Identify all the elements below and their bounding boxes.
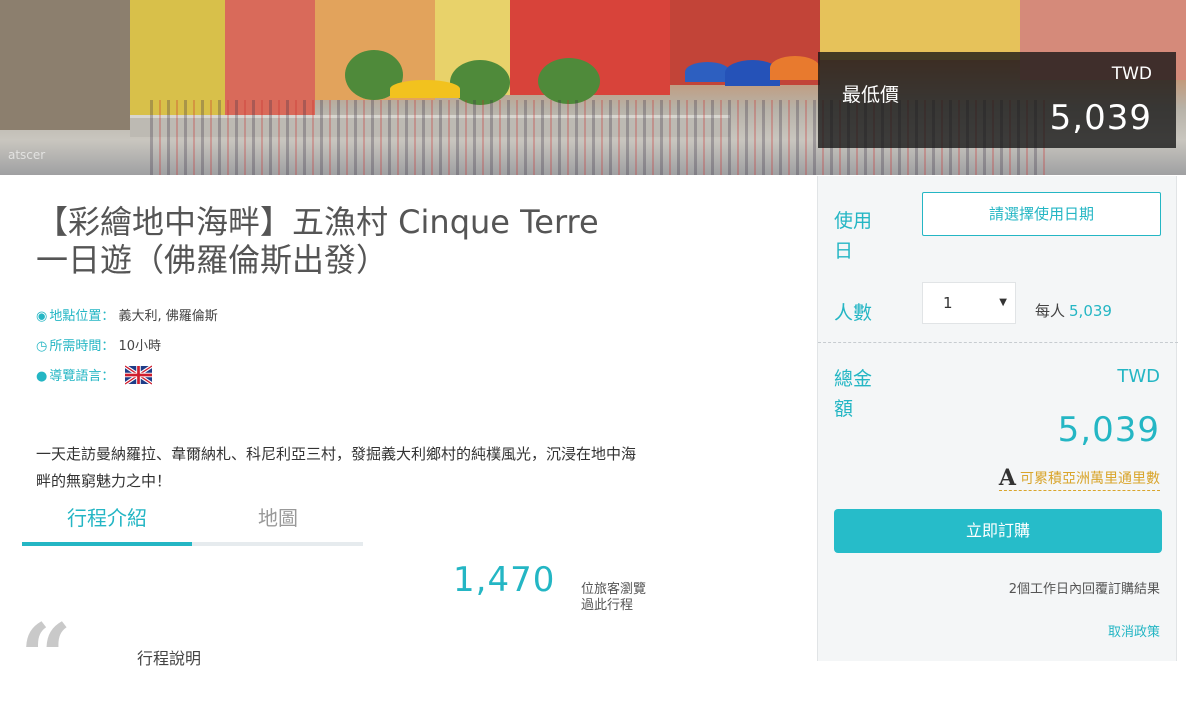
- lowest-price-label: 最低價: [842, 84, 900, 106]
- speech-bubble-icon: ●: [36, 369, 48, 384]
- duration-value: 10小時: [118, 339, 162, 354]
- clock-icon: ◷: [36, 339, 48, 354]
- total-label-line2: 額: [834, 398, 854, 420]
- location-row: ◉ 地點位置： 義大利, 佛羅倫斯: [36, 305, 218, 324]
- chevron-down-icon: ▼: [999, 297, 1007, 308]
- date-label: 使用 日: [834, 206, 872, 266]
- quantity-select[interactable]: 1 ▼: [922, 282, 1016, 324]
- hero-umbrella: [390, 80, 460, 98]
- cancel-policy-link[interactable]: 取消政策: [1108, 621, 1160, 640]
- total-label: 總金 額: [834, 364, 872, 424]
- product-description: 一天走訪曼納羅拉、韋爾納札、科尼利亞三村，發掘義大利鄉村的純樸風光，沉浸在地中海…: [36, 441, 686, 495]
- per-person-label: 每人: [1035, 302, 1066, 320]
- date-label-line2: 日: [834, 240, 854, 262]
- buy-now-button[interactable]: 立即訂購: [834, 509, 1162, 553]
- per-person-value: 5,039: [1069, 302, 1112, 320]
- booking-panel: 使用 日 請選擇使用日期 人數 1 ▼ 每人 5,039 總金 額 TWD 5,0…: [817, 176, 1178, 661]
- language-label: 導覽語言：: [49, 369, 115, 384]
- total-label-line1: 總金: [834, 368, 873, 390]
- total-amount: 5,039: [1057, 410, 1160, 450]
- itinerary-section-label: 行程說明: [137, 649, 202, 668]
- duration-label: 所需時間：: [49, 339, 115, 354]
- map-pin-icon: ◉: [36, 309, 48, 324]
- language-row: ● 導覽語言：: [36, 364, 152, 387]
- lowest-price-box: 最低價 TWD 5,039: [818, 52, 1176, 148]
- hero-umbrella: [770, 56, 820, 80]
- asia-miles-logo-icon: A: [998, 465, 1016, 491]
- lowest-price-amount: 5,039: [1049, 98, 1152, 138]
- view-count-label-line1: 位旅客瀏覽: [581, 582, 647, 597]
- content-tabs: 行程介紹 地圖: [22, 500, 363, 546]
- view-count: 1,470: [453, 560, 556, 600]
- hero-umbrella: [685, 62, 730, 82]
- hero-building: [225, 0, 315, 115]
- uk-flag-icon: [124, 364, 152, 385]
- product-title-line2: 一日遊（佛羅倫斯出發）: [36, 241, 389, 279]
- hero-building: [820, 0, 1020, 60]
- people-label: 人數: [834, 302, 873, 324]
- photo-watermark: atscer: [8, 148, 46, 162]
- duration-row: ◷ 所需時間： 10小時: [36, 335, 161, 354]
- quantity-value: 1: [943, 294, 953, 312]
- hero-tree: [538, 58, 600, 104]
- hero-building: [0, 0, 130, 130]
- total-currency: TWD: [1117, 366, 1160, 387]
- quote-icon: “: [20, 604, 72, 710]
- hero-tree: [450, 60, 510, 105]
- tab-itinerary[interactable]: 行程介紹: [22, 500, 192, 546]
- location-value: 義大利, 佛羅倫斯: [118, 309, 218, 324]
- asia-miles-link[interactable]: A 可累積亞洲萬里通里數: [998, 463, 1160, 491]
- per-person-price: 每人 5,039: [1035, 300, 1112, 321]
- view-count-label: 位旅客瀏覽 過此行程: [581, 582, 646, 614]
- description-line1: 一天走訪曼納羅拉、韋爾納札、科尼利亞三村，發掘義大利鄉村的純樸風光，沉浸在地中海: [36, 445, 637, 463]
- date-label-line1: 使用: [834, 210, 873, 232]
- tab-map[interactable]: 地圖: [193, 500, 363, 546]
- hero-photo: atscer 最低價 TWD 5,039: [0, 0, 1186, 175]
- asia-miles-text: 可累積亞洲萬里通里數: [1020, 471, 1160, 487]
- divider: [818, 342, 1178, 343]
- view-count-label-line2: 過此行程: [581, 598, 634, 613]
- product-title-line1: 【彩繪地中海畔】五漁村 Cinque Terre: [36, 203, 599, 241]
- lowest-price-currency: TWD: [1111, 64, 1152, 84]
- location-label: 地點位置：: [49, 309, 115, 324]
- product-title: 【彩繪地中海畔】五漁村 Cinque Terre 一日遊（佛羅倫斯出發）: [36, 203, 696, 279]
- reply-note: 2個工作日內回覆訂購結果: [1008, 582, 1160, 597]
- description-line2: 畔的無窮魅力之中！: [36, 472, 172, 490]
- select-date-button[interactable]: 請選擇使用日期: [922, 192, 1161, 236]
